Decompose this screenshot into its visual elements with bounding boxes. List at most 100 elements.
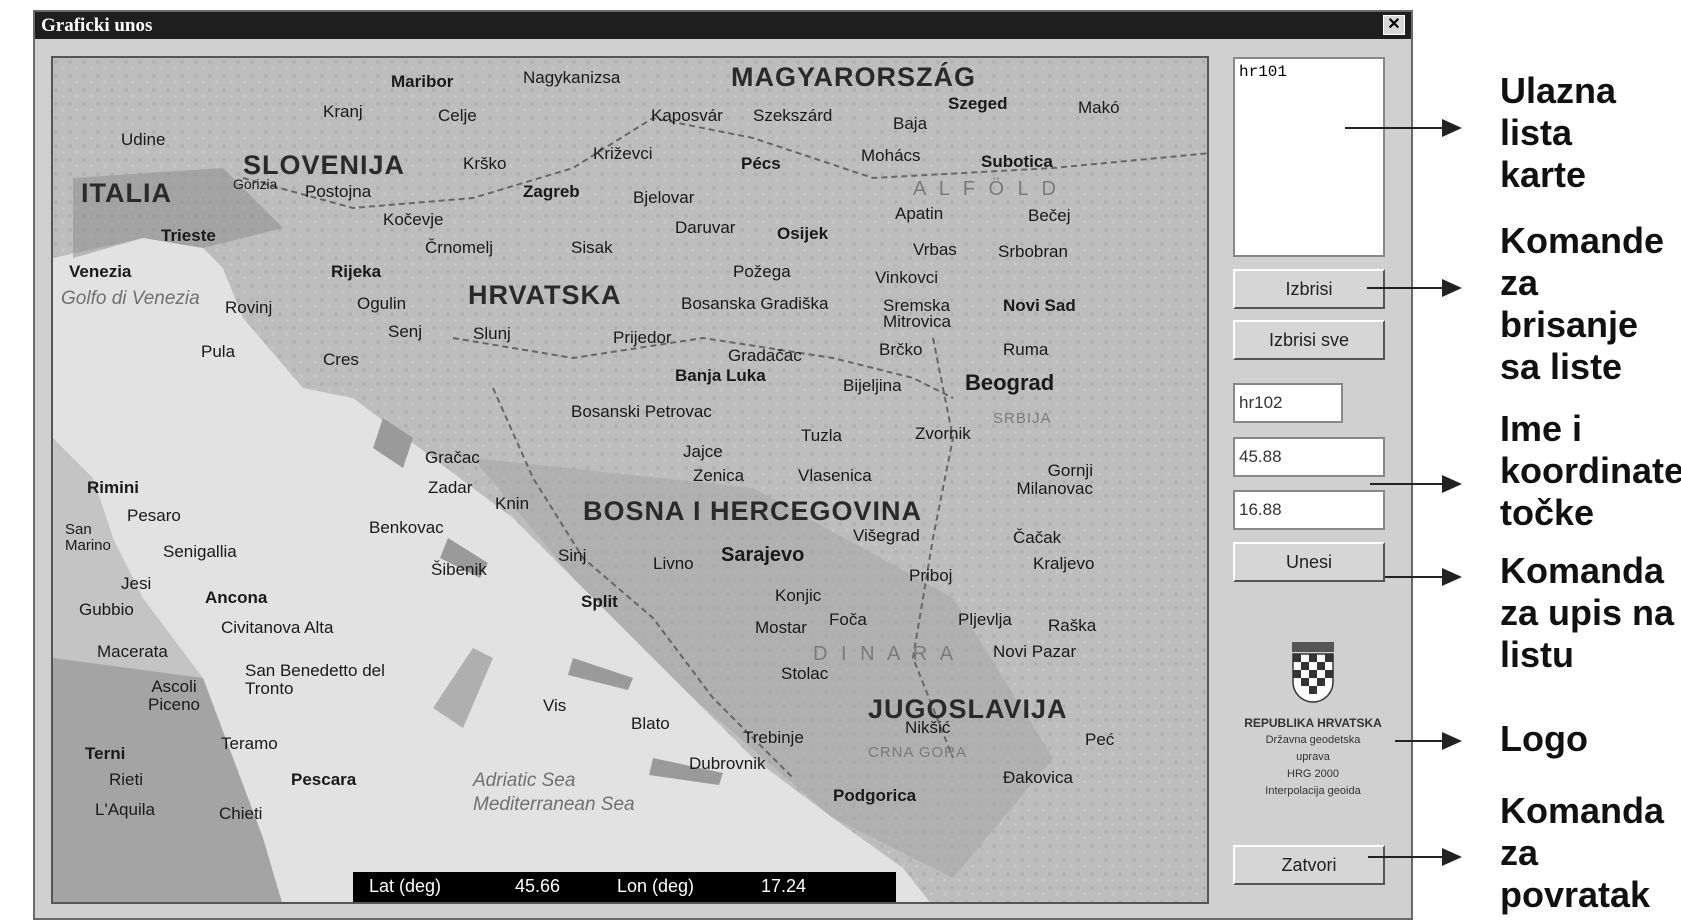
city-label: Macerata <box>97 642 168 661</box>
city-label: Ruma <box>1003 340 1049 359</box>
city-label: Zagreb <box>523 182 580 201</box>
point-name-input[interactable] <box>1233 383 1343 423</box>
lon-label: Lon (deg) <box>617 876 695 896</box>
city-label: Zenica <box>693 466 745 485</box>
city-label: Višegrad <box>853 526 920 545</box>
city-label: Kočevje <box>383 210 444 229</box>
city-label: Banja Luka <box>675 366 766 385</box>
close-button[interactable]: Zatvori <box>1233 845 1385 885</box>
latitude-input[interactable] <box>1233 437 1385 477</box>
city-label: Chieti <box>219 804 263 823</box>
city-label: Subotica <box>981 152 1053 171</box>
city-label: Bosanska Gradiška <box>681 294 829 313</box>
city-label: Baja <box>893 114 928 133</box>
annotation-enter-command: Komanda za upis na listu <box>1500 550 1675 675</box>
city-label: Split <box>581 592 618 611</box>
city-label: Mostar <box>755 618 807 637</box>
sea-label-golfo: Golfo di Venezia <box>61 288 200 309</box>
logo-line: HRG 2000 <box>1287 768 1339 780</box>
longitude-input[interactable] <box>1233 490 1385 530</box>
logo-line: uprava <box>1296 751 1330 763</box>
graphic-input-window: Graficki unos ✕ MAGYARORSZÁG SLOVENIJA I… <box>33 10 1413 920</box>
city-label: Bosanski Petrovac <box>571 402 712 421</box>
lon-value: 17.24 <box>761 876 807 896</box>
city-label: Gorizia <box>233 176 278 192</box>
lat-value: 45.66 <box>515 876 561 896</box>
city-label: Mohács <box>861 146 921 165</box>
region-label-montenegro: CRNA GORA <box>868 744 968 761</box>
city-label: Kranj <box>323 102 363 121</box>
city-label: Gornji Milanovac <box>1016 461 1093 498</box>
city-label: Celje <box>438 106 477 125</box>
city-label: Črnomelj <box>425 238 494 257</box>
sea-label-mediterranean: Mediterranean Sea <box>473 794 635 815</box>
coordinate-status-bar: Lat (deg) 45.66 Lon (deg) 17.24 <box>353 872 896 902</box>
city-label: San Benedetto del Tronto <box>245 661 385 698</box>
map-canvas[interactable]: MAGYARORSZÁG SLOVENIJA ITALIA HRVATSKA B… <box>51 56 1209 904</box>
annotation-arrow <box>1368 848 1462 866</box>
enter-button[interactable]: Unesi <box>1233 542 1385 582</box>
annotation-arrow <box>1395 732 1462 750</box>
city-label: Konjic <box>775 586 822 605</box>
city-label: Pula <box>201 342 236 361</box>
point-list[interactable]: hr101 <box>1233 57 1385 257</box>
city-label: Podgorica <box>833 786 917 805</box>
city-label: Livno <box>653 554 694 573</box>
region-label-serbia: SRBIJA <box>993 410 1052 427</box>
city-label: Đakovica <box>1003 768 1073 787</box>
city-label: Trebinje <box>743 728 804 747</box>
city-label: Raška <box>1048 616 1097 635</box>
delete-all-button[interactable]: Izbrisi sve <box>1233 320 1385 360</box>
city-label: Zadar <box>428 478 473 497</box>
delete-button[interactable]: Izbrisi <box>1233 269 1385 309</box>
city-label: Kraljevo <box>1033 554 1095 573</box>
city-label: Pesaro <box>127 506 181 525</box>
city-label: Gračac <box>425 448 480 467</box>
city-label: Pécs <box>741 154 781 173</box>
city-label: Stolac <box>781 664 829 683</box>
close-icon[interactable]: ✕ <box>1383 15 1405 35</box>
city-label: Ancona <box>205 588 268 607</box>
city-label: Dubrovnik <box>689 754 766 773</box>
city-label: Šibenik <box>431 560 487 579</box>
city-label: Sisak <box>571 238 613 257</box>
city-label: Benkovac <box>369 518 444 537</box>
region-label-alfold: A L F Ö L D <box>913 178 1060 200</box>
city-label: Brčko <box>879 340 923 359</box>
city-label: Foča <box>829 610 867 629</box>
list-item[interactable]: hr101 <box>1239 63 1379 81</box>
country-label-yugoslavia: JUGOSLAVIJA <box>868 694 1068 724</box>
city-label: Szeged <box>948 94 1008 113</box>
city-label: Križevci <box>593 144 653 163</box>
annotation-name-coords: Ime i koordinate točke <box>1500 408 1681 533</box>
annotation-logo: Logo <box>1500 718 1588 759</box>
sea-label-adriatic: Adriatic Sea <box>473 770 576 791</box>
city-label: Szekszárd <box>753 106 833 125</box>
city-label: Novi Sad <box>1003 296 1076 315</box>
city-label: Postojna <box>305 182 372 201</box>
city-label: Udine <box>121 130 166 149</box>
city-label: Vrbas <box>913 240 957 259</box>
city-label: Makó <box>1078 98 1120 117</box>
city-label: L'Aquila <box>95 800 155 819</box>
city-label: Sremska Mitrovica <box>883 296 952 331</box>
window-title: Graficki unos <box>41 15 153 36</box>
city-label: Vlasenica <box>798 466 872 485</box>
city-label: Teramo <box>221 734 278 753</box>
country-label-italy: ITALIA <box>81 178 172 208</box>
city-label: Cres <box>323 350 359 369</box>
city-label: Požega <box>733 262 791 281</box>
city-label: Bečej <box>1028 206 1071 225</box>
city-label: Bijeljina <box>843 376 902 395</box>
city-label: Srbobran <box>998 242 1068 261</box>
city-label: Senigallia <box>163 542 237 561</box>
city-label: Kaposvár <box>651 106 723 125</box>
city-label: Beograd <box>965 370 1055 395</box>
country-label-croatia: HRVATSKA <box>468 280 622 310</box>
city-label: Zvornik <box>915 424 971 443</box>
annotation-arrow <box>1367 279 1462 297</box>
city-label: Krško <box>463 154 507 173</box>
lat-label: Lat (deg) <box>369 876 442 896</box>
annotation-arrow <box>1345 119 1462 137</box>
city-label: Tuzla <box>801 426 842 445</box>
